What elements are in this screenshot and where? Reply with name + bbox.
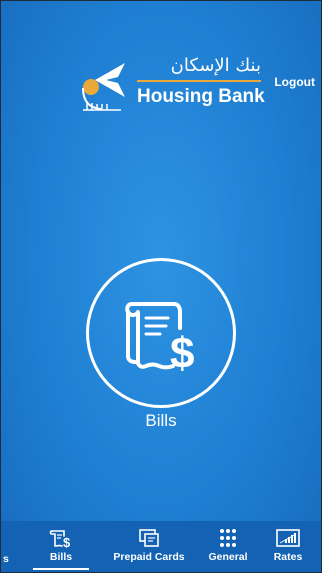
tab-general[interactable]: General bbox=[199, 521, 257, 572]
tab-prepaid-cards-label: Prepaid Cards bbox=[113, 551, 185, 563]
header: بنك الإسكان Housing Bank Logout bbox=[1, 1, 321, 131]
bills-screen: بنك الإسكان Housing Bank Logout $ Bills … bbox=[1, 1, 321, 572]
logo-english-name: Housing Bank bbox=[137, 86, 265, 107]
logo-sun-mark bbox=[83, 79, 99, 95]
prepaid-card-icon bbox=[139, 529, 159, 547]
tab-bills-label: Bills bbox=[49, 551, 73, 563]
tab-general-label: General bbox=[208, 551, 248, 563]
logo-roof-mark bbox=[95, 63, 125, 97]
bill-dollar-icon: $ bbox=[125, 302, 194, 374]
tab-prepaid-cards[interactable]: Prepaid Cards bbox=[101, 521, 197, 572]
bills-feature-button[interactable]: $ bbox=[86, 258, 236, 408]
tab-rates[interactable]: Rates bbox=[261, 521, 315, 572]
tab-rates-label: Rates bbox=[273, 551, 303, 563]
svg-text:$: $ bbox=[63, 535, 71, 548]
partial-tab-label[interactable]: s bbox=[3, 553, 9, 566]
housing-bank-logo-mark-icon bbox=[82, 63, 125, 111]
logo-divider bbox=[137, 80, 261, 82]
logout-button[interactable]: Logout bbox=[274, 75, 315, 89]
bottom-tab-bar: s $ Bills Prepaid Cards General Rates bbox=[1, 521, 321, 572]
svg-text:$: $ bbox=[170, 329, 194, 374]
tab-bills[interactable]: $ Bills bbox=[31, 521, 91, 572]
app-frame: بنك الإسكان Housing Bank Logout $ Bills … bbox=[0, 0, 322, 573]
rates-chart-icon bbox=[276, 529, 300, 547]
bills-feature-label: Bills bbox=[145, 411, 177, 430]
housing-bank-logo: بنك الإسكان Housing Bank bbox=[79, 53, 269, 113]
logo-arabic-name: بنك الإسكان bbox=[170, 55, 261, 76]
grid-dots-icon bbox=[220, 529, 236, 547]
bill-dollar-icon: $ bbox=[49, 530, 71, 548]
active-tab-indicator bbox=[33, 568, 89, 570]
